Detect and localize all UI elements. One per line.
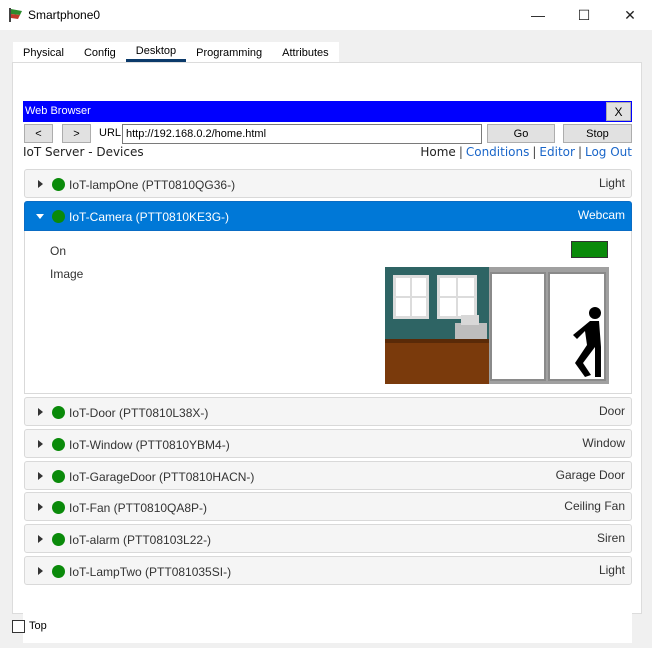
top-label: Top — [29, 620, 47, 632]
nav-conditions-link[interactable]: Conditions — [466, 145, 530, 159]
expand-caret-icon — [38, 503, 43, 511]
page-title: IoT Server - Devices — [23, 145, 144, 159]
camera-feed-image — [385, 267, 609, 384]
expand-caret-icon — [38, 472, 43, 480]
back-button[interactable]: < — [24, 124, 53, 143]
device-type: Garage Door — [555, 468, 625, 482]
image-label: Image — [50, 267, 84, 281]
window-body: Physical Config Desktop Programming Attr… — [1, 30, 651, 647]
status-on-icon — [52, 406, 65, 419]
nav-home-link[interactable]: Home — [420, 145, 455, 159]
web-browser-titlebar: Web Browser X — [23, 101, 632, 122]
device-type: Window — [582, 436, 625, 450]
collapse-caret-icon — [36, 214, 44, 219]
device-row-lamptwo[interactable]: IoT-LampTwo (PTT081035SI-) Light — [24, 556, 632, 585]
packet-tracer-app-icon — [9, 8, 22, 22]
device-type: Siren — [596, 531, 625, 545]
device-name: IoT-Door (PTT0810L38X-) — [69, 406, 209, 420]
status-on-icon — [52, 438, 65, 451]
nav-editor-link[interactable]: Editor — [539, 145, 575, 159]
device-row-fan[interactable]: IoT-Fan (PTT0810QA8P-) Ceiling Fan — [24, 492, 632, 521]
device-row-lampone[interactable]: IoT-lampOne (PTT0810QG36-) Light — [24, 169, 632, 198]
status-on-icon — [52, 470, 65, 483]
top-nav: Home | Conditions | Editor | Log Out — [420, 145, 632, 159]
device-tabs: Physical Config Desktop Programming Attr… — [13, 42, 339, 62]
device-type: Webcam — [577, 208, 625, 222]
device-type: Light — [598, 176, 625, 190]
web-browser-title: Web Browser — [25, 105, 91, 117]
stop-button[interactable]: Stop — [563, 124, 632, 143]
close-window-button[interactable]: ✕ — [607, 0, 652, 30]
device-name: IoT-Camera (PTT0810KE3G-) — [69, 210, 230, 224]
device-name: IoT-Window (PTT0810YBM4-) — [69, 438, 230, 452]
tab-config[interactable]: Config — [73, 42, 126, 62]
forward-button[interactable]: > — [62, 124, 91, 143]
close-browser-button[interactable]: X — [606, 102, 631, 121]
expand-caret-icon — [38, 535, 43, 543]
device-type: Door — [598, 404, 625, 418]
device-row-garagedoor[interactable]: IoT-GarageDoor (PTT0810HACN-) Garage Doo… — [24, 461, 632, 490]
expand-caret-icon — [38, 440, 43, 448]
device-row-alarm[interactable]: IoT-alarm (PTT08103L22-) Siren — [24, 524, 632, 553]
desktop-panel: Web Browser X < > URL Go Stop IoT Server… — [12, 62, 642, 643]
device-name: IoT-alarm (PTT08103L22-) — [69, 533, 212, 547]
nav-separator: | — [577, 145, 582, 159]
nav-separator: | — [458, 145, 463, 159]
tab-attributes[interactable]: Attributes — [272, 42, 339, 62]
status-on-icon — [52, 501, 65, 514]
device-row-door[interactable]: IoT-Door (PTT0810L38X-) Door — [24, 397, 632, 426]
maximize-button[interactable]: ☐ — [561, 0, 607, 30]
device-row-window[interactable]: IoT-Window (PTT0810YBM4-) Window — [24, 429, 632, 458]
on-label: On — [50, 244, 67, 258]
minimize-button[interactable]: — — [515, 0, 561, 30]
device-type: Light — [598, 563, 625, 577]
device-row-camera[interactable]: IoT-Camera (PTT0810KE3G-) Webcam — [24, 201, 632, 231]
window-title: Smartphone0 — [28, 8, 101, 22]
status-on-icon — [52, 178, 65, 191]
window-titlebar: Smartphone0 — ☐ ✕ — [0, 0, 652, 30]
go-button[interactable]: Go — [487, 124, 555, 143]
nav-separator: | — [532, 145, 537, 159]
status-on-icon — [52, 210, 65, 223]
device-name: IoT-GarageDoor (PTT0810HACN-) — [69, 470, 255, 484]
device-name: IoT-lampOne (PTT0810QG36-) — [69, 178, 236, 192]
on-state-indicator[interactable] — [571, 241, 608, 258]
url-input[interactable] — [122, 124, 482, 144]
tab-programming[interactable]: Programming — [186, 42, 273, 62]
tab-desktop[interactable]: Desktop — [125, 42, 187, 62]
status-on-icon — [52, 533, 65, 546]
browser-nav-row: < > URL Go Stop — [23, 124, 632, 144]
tab-physical[interactable]: Physical — [13, 42, 74, 62]
iot-server-page: IoT Server - Devices Home | Conditions | Edi… — [23, 145, 632, 643]
device-name: IoT-Fan (PTT0810QA8P-) — [69, 501, 208, 515]
expand-caret-icon — [38, 180, 43, 188]
device-name: IoT-LampTwo (PTT081035SI-) — [69, 565, 232, 579]
camera-detail-panel: On Image — [24, 231, 632, 394]
device-type: Ceiling Fan — [564, 499, 625, 513]
expand-caret-icon — [38, 567, 43, 575]
expand-caret-icon — [38, 408, 43, 416]
url-label: URL — [99, 127, 122, 139]
nav-logout-link[interactable]: Log Out — [585, 145, 632, 159]
top-checkbox[interactable] — [12, 620, 25, 633]
status-on-icon — [52, 565, 65, 578]
